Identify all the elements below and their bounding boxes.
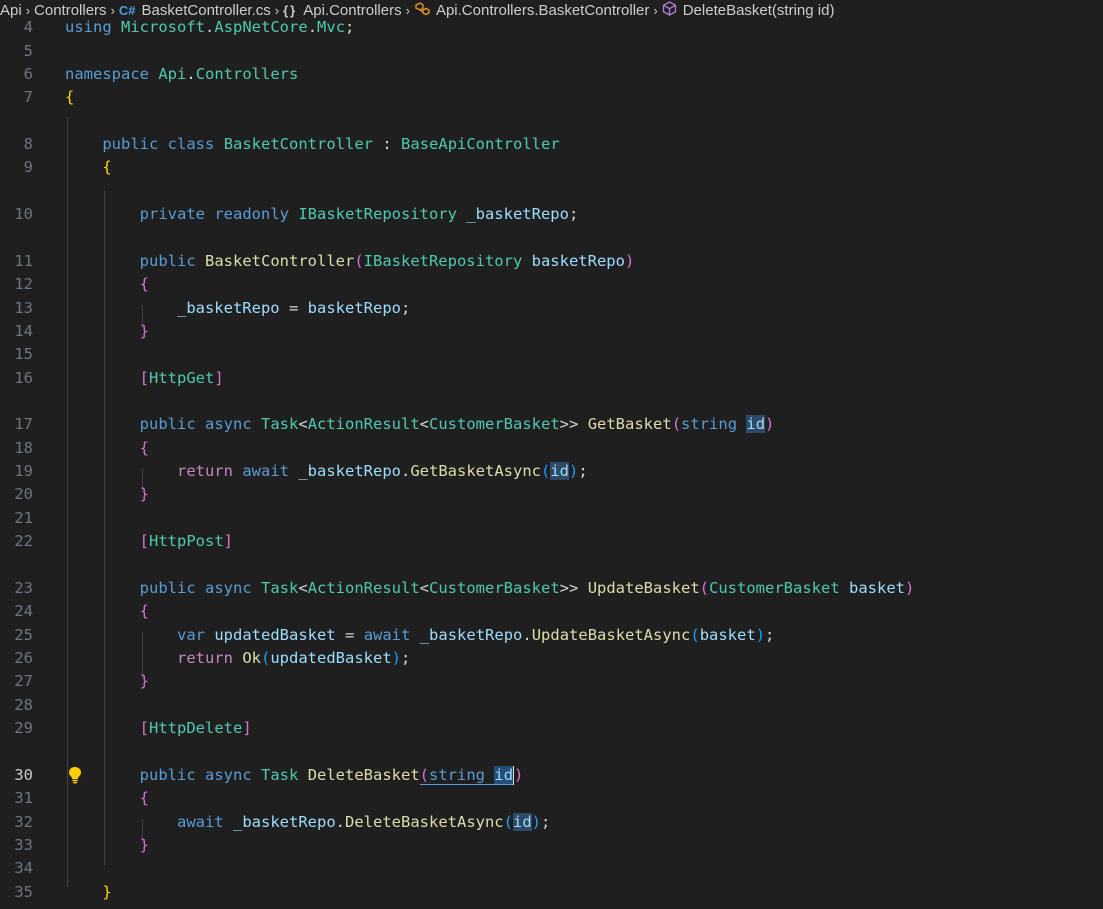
code-text: return await _basketRepo.GetBasketAsync(…	[176, 462, 588, 480]
line-number: 26	[14, 649, 33, 667]
line-number: 20	[14, 485, 33, 503]
code-text: }	[139, 485, 149, 503]
code-line: 9 {	[0, 156, 1103, 179]
line-number: 32	[14, 813, 33, 831]
code-text: {	[139, 789, 149, 807]
line-number: 19	[14, 462, 33, 480]
code-text: {	[102, 158, 112, 176]
code-text: }	[102, 883, 112, 901]
code-line: 8 public class BasketController : BaseAp…	[0, 133, 1103, 156]
code-line: 31 {	[0, 787, 1103, 810]
code-text: }	[139, 322, 149, 340]
code-line: 32 await _basketRepo.DeleteBasketAsync(i…	[0, 811, 1103, 834]
code-text: [HttpDelete]	[139, 719, 252, 737]
code-line: 35 }	[0, 881, 1103, 904]
code-text: public BasketController(IBasketRepositor…	[139, 252, 635, 270]
code-line: 28	[0, 694, 1103, 717]
code-line: 12 {	[0, 273, 1103, 296]
line-number: 25	[14, 626, 33, 644]
code-line: 26 return Ok(updatedBasket);	[0, 647, 1103, 670]
line-number: 8	[23, 135, 33, 153]
code-text: {	[139, 275, 149, 293]
code-text: public async Task<ActionResult<CustomerB…	[139, 579, 915, 597]
code-line: 15	[0, 343, 1103, 366]
code-text: {	[139, 602, 149, 620]
code-line: 14 }	[0, 320, 1103, 343]
code-line: 19 return await _basketRepo.GetBasketAsy…	[0, 460, 1103, 483]
line-number: 14	[14, 322, 33, 340]
code-text: _basketRepo = basketRepo;	[176, 299, 411, 317]
code-line: 6 namespace Api.Controllers	[0, 63, 1103, 86]
code-text: {	[65, 88, 75, 106]
code-line: 10 private readonly IBasketRepository _b…	[0, 203, 1103, 226]
code-line: 22 [HttpPost]	[0, 530, 1103, 553]
line-number: 30	[14, 766, 33, 784]
line-number: 34	[14, 859, 33, 877]
code-line: 29 [HttpDelete]	[0, 717, 1103, 740]
code-text: public class BasketController : BaseApiC…	[102, 135, 560, 153]
line-number: 12	[14, 275, 33, 293]
code-line-active: 30 public async Task DeleteBasket(string…	[0, 764, 1103, 787]
line-number: 5	[23, 42, 33, 60]
line-number: 4	[23, 18, 33, 36]
code-line: 7 {	[0, 86, 1103, 109]
line-number: 9	[23, 158, 33, 176]
line-number: 15	[14, 345, 33, 363]
line-number: 24	[14, 602, 33, 620]
code-text: using Microsoft.AspNetCore.Mvc;	[65, 18, 355, 36]
code-text: [HttpGet]	[139, 369, 224, 387]
code-text: return Ok(updatedBasket);	[176, 649, 411, 667]
code-text: [HttpPost]	[139, 532, 233, 550]
code-line: 13 _basketRepo = basketRepo;	[0, 297, 1103, 320]
code-text: private readonly IBasketRepository _bask…	[139, 205, 579, 223]
code-line: 20 }	[0, 483, 1103, 506]
code-text: await _basketRepo.DeleteBasketAsync(id);	[176, 813, 551, 831]
code-line: 27 }	[0, 670, 1103, 693]
code-line: 17 public async Task<ActionResult<Custom…	[0, 413, 1103, 436]
code-line: 21	[0, 507, 1103, 530]
line-number: 13	[14, 299, 33, 317]
line-number: 22	[14, 532, 33, 550]
code-line: 34	[0, 857, 1103, 880]
line-number: 18	[14, 439, 33, 457]
code-text: {	[139, 439, 149, 457]
code-text: }	[139, 836, 149, 854]
code-text: var updatedBasket = await _basketRepo.Up…	[176, 626, 775, 644]
line-number: 23	[14, 579, 33, 597]
line-number: 27	[14, 672, 33, 690]
line-number: 28	[14, 696, 33, 714]
code-line: 18 {	[0, 437, 1103, 460]
line-number: 29	[14, 719, 33, 737]
code-line: 33 }	[0, 834, 1103, 857]
code-line: 4 using Microsoft.AspNetCore.Mvc;	[0, 16, 1103, 39]
code-line: 5	[0, 40, 1103, 63]
code-line: 24 {	[0, 600, 1103, 623]
code-line: 11 public BasketController(IBasketReposi…	[0, 250, 1103, 273]
code-text: public async Task<ActionResult<CustomerB…	[139, 415, 775, 433]
line-number: 11	[14, 252, 33, 270]
code-text: }	[139, 672, 149, 690]
code-line: 25 var updatedBasket = await _basketRepo…	[0, 624, 1103, 647]
line-number: 31	[14, 789, 33, 807]
line-number: 6	[23, 65, 33, 83]
code-text: public async Task DeleteBasket(string id…	[139, 766, 524, 785]
line-number: 21	[14, 509, 33, 527]
line-number: 10	[14, 205, 33, 223]
line-number: 7	[23, 88, 33, 106]
line-number: 35	[14, 883, 33, 901]
code-line: 16 [HttpGet]	[0, 367, 1103, 390]
code-text: namespace Api.Controllers	[65, 65, 299, 83]
code-line: 23 public async Task<ActionResult<Custom…	[0, 577, 1103, 600]
code-editor[interactable]: 4 using Microsoft.AspNetCore.Mvc; 5 6 na…	[0, 18, 1103, 909]
line-number: 17	[14, 415, 33, 433]
line-number: 16	[14, 369, 33, 387]
line-number: 33	[14, 836, 33, 854]
